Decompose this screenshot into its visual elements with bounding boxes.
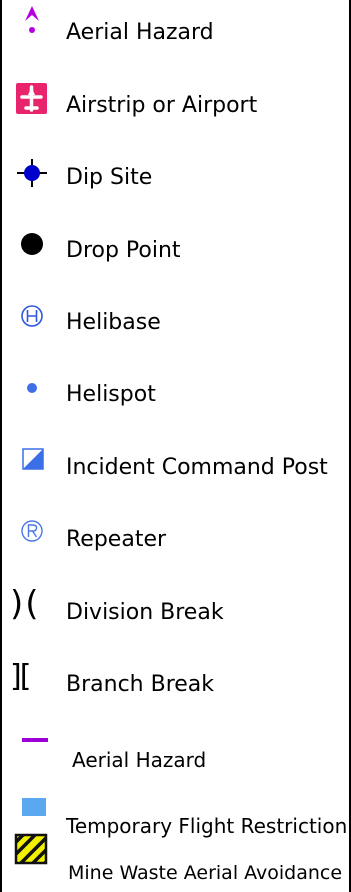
legend-label: Division Break: [66, 600, 224, 625]
legend-label: Dip Site: [66, 165, 153, 190]
legend-item-aerial-hazard: Aerial Hazard: [2, 0, 351, 72]
drop-point-icon: [21, 233, 43, 255]
legend-label: Aerial Hazard: [72, 748, 207, 772]
legend-label: Airstrip or Airport: [66, 93, 258, 118]
legend-panel: Aerial Hazard Airstrip or Airport Dip Si…: [0, 0, 351, 892]
legend-item-division-break: )( Division Break: [2, 580, 351, 652]
legend-label: Helispot: [66, 382, 156, 407]
division-break-icon: )(: [10, 584, 41, 624]
legend-item-branch-break: ][ Branch Break: [2, 652, 351, 724]
legend-label: Mine Waste Aerial Avoidance: [68, 862, 343, 884]
helibase-icon: [21, 305, 43, 327]
legend-label: Branch Break: [66, 672, 215, 697]
aerial-hazard-point-icon: [25, 6, 39, 33]
helispot-icon: [27, 383, 37, 393]
airstrip-icon: [16, 83, 47, 114]
legend-item-dip-site: Dip Site: [2, 145, 351, 217]
aerial-hazard-line-icon: [22, 738, 48, 742]
legend-item-mine-waste: Mine Waste Aerial Avoidance: [2, 832, 351, 892]
legend-item-repeater: Repeater: [2, 507, 351, 579]
legend-label: Repeater: [66, 527, 167, 552]
repeater-icon: [21, 520, 43, 542]
legend-item-icp: Incident Command Post: [2, 435, 351, 507]
legend-label: Aerial Hazard: [66, 20, 214, 45]
legend-item-helibase: Helibase: [2, 290, 351, 362]
legend-label: Incident Command Post: [66, 455, 328, 480]
legend-item-airstrip: Airstrip or Airport: [2, 73, 351, 145]
legend-label: Helibase: [66, 310, 161, 335]
mine-waste-icon: [14, 833, 48, 865]
branch-break-icon: ][: [10, 659, 31, 694]
legend-label: Drop Point: [66, 238, 181, 263]
legend-item-aerial-hazard-line: Aerial Hazard: [2, 724, 351, 796]
dip-site-icon: [17, 159, 47, 187]
legend-item-drop-point: Drop Point: [2, 218, 351, 290]
legend-item-helispot: Helispot: [2, 362, 351, 434]
icp-icon: [22, 448, 44, 470]
